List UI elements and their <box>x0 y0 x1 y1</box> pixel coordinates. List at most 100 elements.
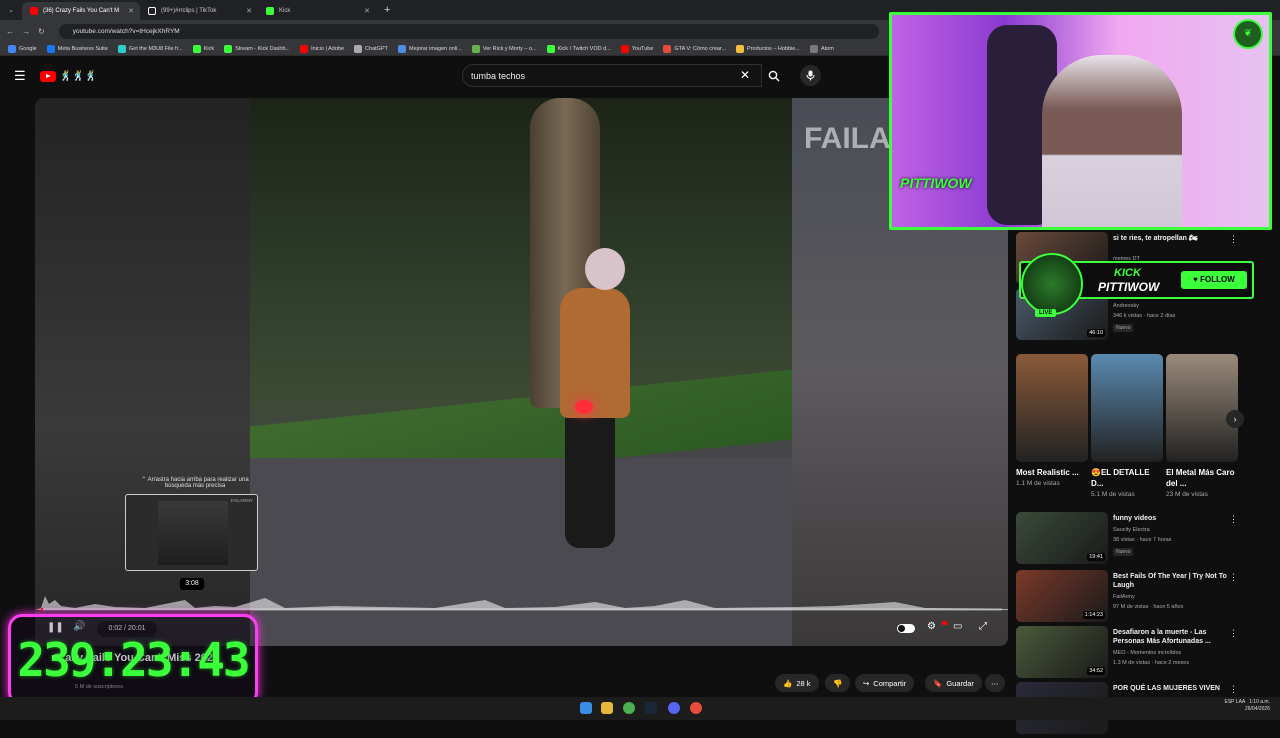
short-thumbnail[interactable] <box>1166 354 1238 462</box>
video-thumbnail[interactable]: 1:14:23 <box>1016 570 1108 622</box>
steam-icon[interactable] <box>645 702 657 714</box>
discord-icon[interactable] <box>668 702 680 714</box>
video-frame <box>250 98 792 646</box>
more-options-icon[interactable]: ⋮ <box>1229 234 1238 245</box>
video-thumbnail[interactable]: 19:41 <box>1016 512 1108 564</box>
short-title[interactable]: 😍EL DETALLE D... <box>1091 467 1163 489</box>
file-explorer-icon[interactable] <box>601 702 613 714</box>
channel-name[interactable]: MEO - Momentos increíbles <box>1113 650 1181 656</box>
bookmark-item[interactable]: Mejorar imagen onli... <box>397 44 462 53</box>
bookmark-label: Productos – Hobbie... <box>747 45 800 52</box>
share-icon: ↪ <box>863 678 870 688</box>
doodle-icon[interactable]: 🕺🕺🕺 <box>60 71 97 82</box>
short-title[interactable]: El Metal Más Caro del ... <box>1166 467 1238 489</box>
video-player[interactable]: FAILA ⌃ Arrastra hacia arriba para reali… <box>35 98 1008 646</box>
video-title[interactable]: Best Fails Of The Year | Try Not To Laug… <box>1113 572 1231 590</box>
share-button[interactable]: ↪ Compartir <box>855 674 915 692</box>
bookmark-favicon-icon <box>663 44 672 53</box>
channel-name[interactable]: FailArmy <box>1113 594 1135 600</box>
bookmark-label: Atom <box>820 45 834 52</box>
bookmark-item[interactable]: Kick <box>192 44 214 53</box>
search-input[interactable]: tumba techos <box>462 64 762 87</box>
bookmark-item[interactable]: Inicio | Adobe <box>300 44 345 53</box>
bookmark-favicon-icon <box>620 44 629 53</box>
channel-name[interactable]: Andreosky <box>1113 303 1139 309</box>
like-button[interactable]: 👍 28 k <box>775 674 819 692</box>
obs-icon[interactable] <box>690 702 702 714</box>
tab-search-icon[interactable]: ⌄ <box>0 6 22 14</box>
back-icon[interactable]: ← <box>6 27 14 36</box>
more-options-icon[interactable]: ⋮ <box>1229 684 1238 695</box>
close-tab-icon[interactable]: ✕ <box>246 7 252 15</box>
bookmark-item[interactable]: Meta Business Suite <box>46 44 108 53</box>
fullscreen-icon[interactable]: ⤢ <box>979 621 987 632</box>
bookmark-item[interactable]: ChatGPT <box>354 44 388 53</box>
bookmark-item[interactable]: YouTube <box>620 44 653 53</box>
chevron-right-icon[interactable]: › <box>1226 410 1244 428</box>
bookmark-item[interactable]: Google <box>8 44 37 53</box>
more-options-icon[interactable]: ⋮ <box>1229 572 1238 583</box>
video-title[interactable]: si te ries, te atropellan 🏍 <box>1113 234 1231 243</box>
search-button[interactable] <box>762 64 786 87</box>
more-actions-button[interactable]: ⋯ <box>985 674 1005 692</box>
video-title[interactable]: Desafiaron a la muerte - Las Personas Má… <box>1113 628 1231 646</box>
bookmark-item[interactable]: Atom <box>809 44 834 53</box>
clock-time: 1:10 a.m. <box>1249 699 1270 705</box>
save-button[interactable]: 🔖 Guardar <box>925 674 982 692</box>
live-badge: LIVE <box>1035 309 1057 317</box>
progress-bar[interactable] <box>41 608 1002 611</box>
bookmark-label: Mejorar imagen onli... <box>408 45 462 52</box>
clear-search-icon[interactable]: ✕ <box>740 68 750 82</box>
youtube-logo-icon[interactable] <box>39 70 56 82</box>
chrome-icon[interactable] <box>623 702 635 714</box>
dislike-button[interactable]: 👎 <box>825 674 851 692</box>
bookmark-item[interactable]: Productos – Hobbie... <box>736 44 800 53</box>
recommendation-item[interactable]: 1:14:23 Best Fails Of The Year | Try Not … <box>1016 570 1246 626</box>
short-title[interactable]: Most Realistic ... <box>1016 467 1088 478</box>
video-duration: 46:10 <box>1087 329 1105 337</box>
short-item[interactable]: Most Realistic ... 1.1 M de vistas <box>1016 354 1088 487</box>
miniplayer-icon[interactable]: ▭ <box>953 621 962 632</box>
short-item[interactable]: 😍EL DETALLE D... 5.1 M de vistas <box>1091 354 1163 498</box>
more-options-icon[interactable]: ⋮ <box>1229 514 1238 525</box>
url-field[interactable]: youtube.com/watch?v=tHcejkXhRYM <box>58 23 879 39</box>
close-tab-icon[interactable]: ✕ <box>364 7 370 15</box>
shorts-shelf: Most Realistic ... 1.1 M de vistas 😍EL DET… <box>1016 354 1246 510</box>
forward-icon[interactable]: → <box>22 27 30 36</box>
follow-button[interactable]: ♥ FOLLOW <box>1181 271 1247 289</box>
close-tab-icon[interactable]: ✕ <box>128 7 134 15</box>
autoplay-toggle[interactable] <box>897 624 915 633</box>
tab-youtube[interactable]: (36) Crazy Fails You Can't M ✕ <box>22 2 140 20</box>
start-icon[interactable] <box>580 702 592 714</box>
short-views: 1.1 M de vistas <box>1016 480 1060 487</box>
search-query: tumba techos <box>471 70 526 81</box>
bookmark-item[interactable]: Ver Rick y Morty – o... <box>471 44 537 53</box>
short-item[interactable]: El Metal Más Caro del ... 23 M de vistas <box>1166 354 1238 498</box>
recommendation-item[interactable]: 19:41 funny videos Saucity Electra 38 vista… <box>1016 512 1246 568</box>
tab-kick[interactable]: Kick ✕ <box>258 2 376 20</box>
short-thumbnail[interactable] <box>1016 354 1088 462</box>
bookmark-item[interactable]: GTA V: Cómo crear... <box>663 44 726 53</box>
more-options-icon[interactable]: ⋮ <box>1229 628 1238 639</box>
video-title[interactable]: POR QUÉ LAS MUJERES VIVEN <box>1113 684 1231 693</box>
helmet <box>585 248 625 290</box>
menu-icon[interactable]: ☰ <box>14 68 26 84</box>
video-duration: 1:14:23 <box>1082 611 1105 619</box>
video-thumbnail[interactable]: 34:52 <box>1016 626 1108 678</box>
settings-icon[interactable]: ⚙ <box>927 621 936 632</box>
channel-name[interactable]: Saucity Electra <box>1113 527 1150 533</box>
language-indicator[interactable]: ESP LAA <box>1224 699 1244 705</box>
bookmark-item[interactable]: Kick / Twitch VOD d... <box>546 44 611 53</box>
bookmark-favicon-icon <box>46 44 55 53</box>
voice-search-button[interactable] <box>800 65 821 86</box>
recommendation-item[interactable]: 34:52 Desafiaron a la muerte - Las Person… <box>1016 626 1246 682</box>
bookmark-item[interactable]: Stream - Kick Dashb... <box>224 44 290 53</box>
video-title[interactable]: funny videos <box>1113 514 1231 523</box>
bookmark-item[interactable]: Get the M3U8 File fr... <box>117 44 183 53</box>
bookmark-label: Inicio | Adobe <box>311 45 345 52</box>
clock-date: 26/04/2026 <box>1244 706 1270 712</box>
new-tab-button[interactable]: + <box>376 4 398 16</box>
short-thumbnail[interactable] <box>1091 354 1163 462</box>
reload-icon[interactable]: ↻ <box>38 27 45 36</box>
tab-tiktok[interactable]: (99+)#rrclips | TikTok ✕ <box>140 2 258 20</box>
